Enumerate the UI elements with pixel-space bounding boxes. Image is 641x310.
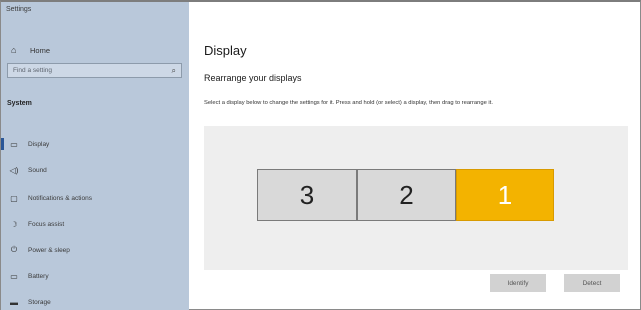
sidebar-item-label: Power & sleep [28, 246, 70, 254]
sidebar-item-label: Display [28, 140, 50, 148]
sidebar-item-label: Storage [28, 298, 51, 306]
description: Select a display below to change the set… [204, 100, 493, 106]
sidebar-item-display[interactable]: ▭ Display [1, 136, 189, 152]
sidebar-item-sound[interactable]: ◁) Sound [1, 162, 189, 178]
sidebar: Settings ⌂ Home Find a setting ⌕ System … [1, 2, 189, 310]
identify-button[interactable]: Identify [490, 274, 546, 292]
search-icon: ⌕ [171, 65, 176, 75]
main-content: Display Rearrange your displays Select a… [189, 2, 640, 309]
settings-window: Settings ⌂ Home Find a setting ⌕ System … [0, 0, 641, 310]
notifications-icon: ▢ [10, 193, 18, 203]
sidebar-item-label: Focus assist [28, 220, 65, 228]
moon-icon: ☽ [10, 219, 18, 229]
sidebar-item-label: Sound [28, 166, 47, 174]
sidebar-item-battery[interactable]: ▭ Battery [1, 268, 189, 284]
sidebar-item-label: Notifications & actions [28, 194, 92, 202]
sidebar-item-notifications[interactable]: ▢ Notifications & actions [1, 190, 189, 206]
sidebar-item-storage[interactable]: ▬ Storage [1, 294, 189, 310]
home-icon: ⌂ [11, 45, 17, 55]
section-label: System [7, 100, 32, 107]
storage-icon: ▬ [10, 297, 18, 307]
home-label: Home [30, 45, 51, 55]
search-input[interactable]: Find a setting ⌕ [7, 63, 182, 78]
speaker-icon: ◁) [9, 165, 19, 175]
display-arrangement-area: 3 2 1 [204, 126, 628, 270]
window-title: Settings [6, 6, 32, 13]
display-3[interactable]: 3 [257, 169, 357, 221]
detect-button[interactable]: Detect [564, 274, 620, 292]
sidebar-item-label: Battery [28, 272, 49, 280]
section-heading: Rearrange your displays [204, 73, 302, 83]
monitor-icon: ▭ [10, 139, 18, 149]
display-2[interactable]: 2 [357, 169, 456, 221]
page-title: Display [204, 43, 247, 58]
display-1[interactable]: 1 [456, 169, 554, 221]
home-link[interactable]: ⌂ Home [11, 45, 50, 55]
sidebar-item-focus-assist[interactable]: ☽ Focus assist [1, 216, 189, 232]
power-icon: ⏻ [10, 245, 18, 254]
sidebar-item-power[interactable]: ⏻ Power & sleep [1, 242, 189, 258]
battery-icon: ▭ [10, 271, 18, 281]
search-placeholder: Find a setting [13, 67, 53, 74]
